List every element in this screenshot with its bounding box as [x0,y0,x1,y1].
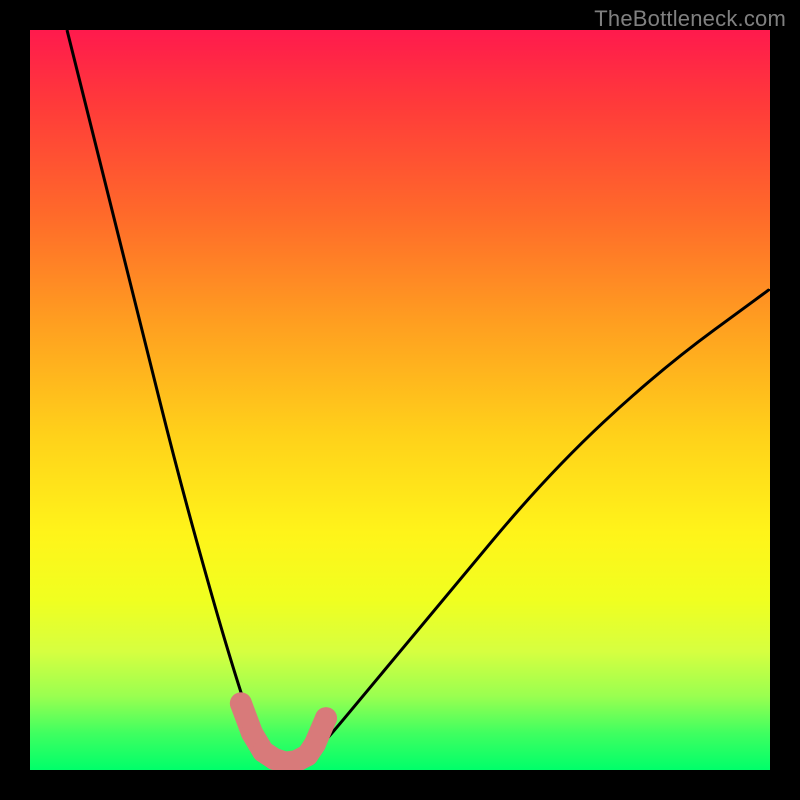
chart-frame: TheBottleneck.com [0,0,800,800]
watermark-label: TheBottleneck.com [594,6,786,32]
bottleneck-curve [30,30,770,770]
plot-area [30,30,770,770]
trough-marker-endpoint [230,692,252,714]
curve-path [67,30,770,763]
trough-marker-endpoint [315,707,337,729]
